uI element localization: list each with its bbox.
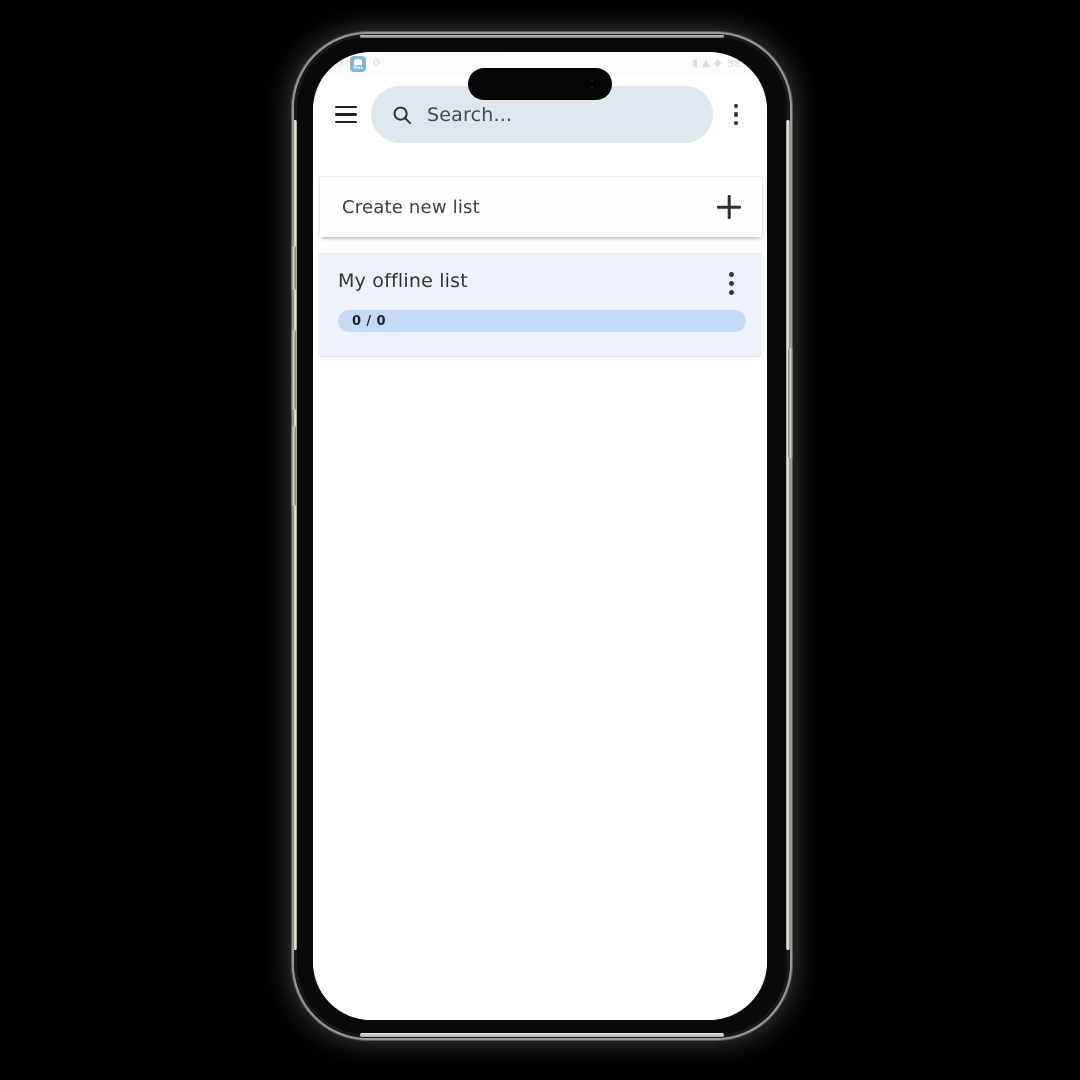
more-vertical-icon[interactable] — [717, 94, 755, 136]
phone-screen: 4G Plus ⚙ ▮ ▲ ◆ 58% Search... Create new… — [313, 52, 767, 1020]
plus-icon[interactable] — [714, 192, 744, 222]
search-placeholder-text: Search... — [427, 103, 513, 126]
create-new-list-label: Create new list — [342, 196, 480, 218]
app-badge-dot — [354, 58, 363, 65]
list-progress-label: 0 / 0 — [352, 313, 386, 329]
status-bar-right: ▮ ▲ ◆ 58% — [692, 59, 751, 70]
list-card[interactable]: My offline list 0 / 0 — [319, 253, 761, 357]
create-new-list-row[interactable]: Create new list — [319, 176, 763, 237]
silent-switch-button[interactable] — [291, 246, 296, 290]
dynamic-island — [468, 68, 612, 100]
signal-icons: ▮ ▲ ◆ — [692, 58, 723, 69]
front-camera-sensor-icon — [591, 79, 594, 89]
search-icon — [393, 106, 412, 124]
hamburger-menu-icon[interactable] — [325, 94, 367, 136]
phone-rail-right — [786, 120, 790, 950]
phone-rail-left — [293, 120, 297, 950]
lists-container: My offline list 0 / 0 — [313, 253, 767, 357]
volume-down-button[interactable] — [291, 426, 296, 506]
list-card-header: My offline list — [338, 270, 746, 298]
power-button[interactable] — [788, 348, 793, 458]
list-progress-bar: 0 / 0 — [338, 310, 746, 332]
volume-up-button[interactable] — [291, 330, 296, 410]
more-vertical-icon[interactable] — [716, 268, 746, 298]
main-content: Create new list My offline list 0 / 0 — [313, 153, 767, 1020]
list-card-title: My offline list — [338, 270, 468, 292]
network-type-label: 4G — [329, 58, 345, 69]
app-badge-icon: Plus — [350, 56, 367, 72]
status-extra-icon: ⚙ — [372, 58, 382, 69]
screenshot-stage: 4G Plus ⚙ ▮ ▲ ◆ 58% Search... Create new… — [0, 0, 1080, 1080]
app-badge-label: Plus — [353, 64, 363, 70]
battery-percentage-label: 58% — [727, 58, 751, 70]
phone-rail-top — [360, 35, 724, 38]
phone-rail-bottom — [360, 1033, 724, 1037]
